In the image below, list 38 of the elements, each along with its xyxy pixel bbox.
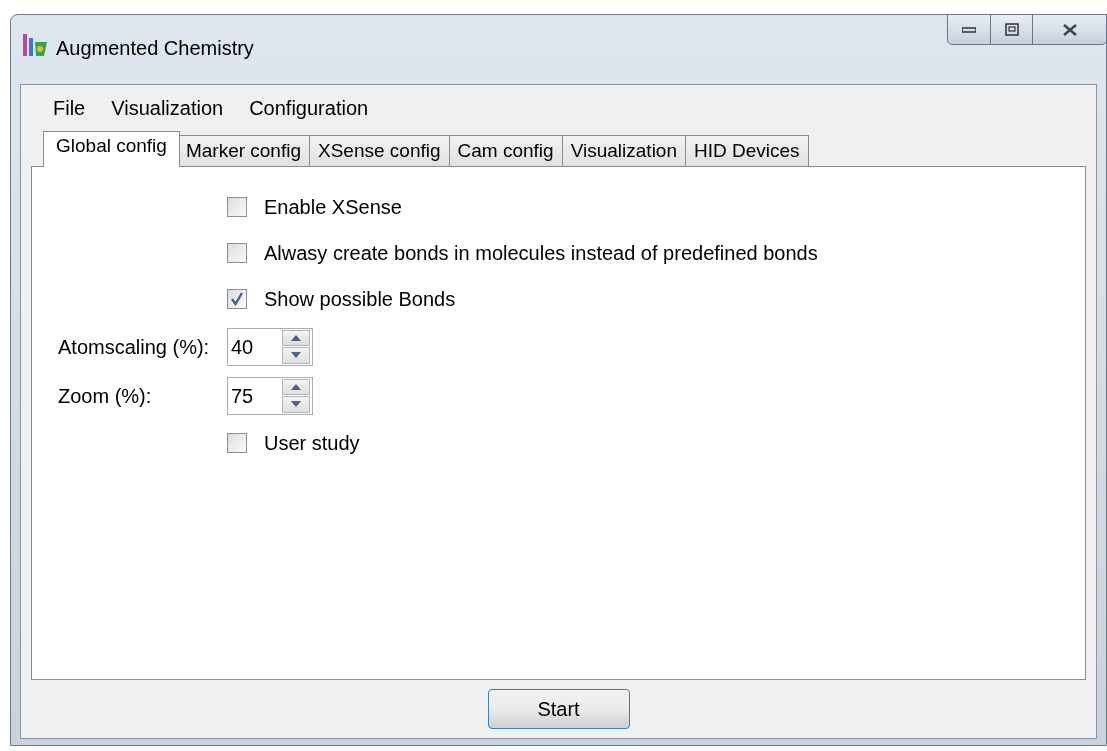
- spin-down-button[interactable]: [282, 347, 310, 364]
- down-arrow-icon: [291, 401, 301, 408]
- menu-item[interactable]: File: [41, 91, 98, 125]
- field-label: Zoom (%):: [58, 383, 153, 409]
- maximize-button[interactable]: [991, 14, 1033, 45]
- checkbox[interactable]: [227, 243, 247, 263]
- tab[interactable]: Global config: [43, 131, 180, 167]
- spin-up-button[interactable]: [282, 378, 310, 395]
- down-arrow-icon: [291, 352, 301, 359]
- tab[interactable]: Cam config: [448, 135, 563, 167]
- app-icon: [22, 32, 48, 58]
- tab[interactable]: XSense config: [309, 135, 450, 167]
- close-button[interactable]: [1033, 14, 1107, 45]
- minimize-icon: [962, 26, 976, 33]
- menu-item[interactable]: Configuration: [237, 91, 381, 125]
- field-label: Atomscaling (%):: [58, 334, 211, 360]
- checkbox-label: User study: [264, 431, 360, 456]
- restore-icon: [1004, 23, 1019, 36]
- start-button[interactable]: Start: [487, 689, 630, 729]
- checkbox[interactable]: [227, 433, 247, 453]
- number-field[interactable]: 40: [227, 327, 313, 366]
- window-title: Augmented Chemistry: [56, 36, 254, 61]
- up-arrow-icon: [291, 334, 301, 341]
- checkbox-label: Show possible Bonds: [264, 287, 456, 312]
- minimize-button[interactable]: [947, 14, 991, 45]
- tab[interactable]: Visualization: [561, 135, 686, 167]
- spin-down-button[interactable]: [282, 396, 310, 413]
- spin-up-button[interactable]: [282, 329, 310, 346]
- checkbox[interactable]: [227, 197, 247, 217]
- checkbox[interactable]: [227, 289, 247, 309]
- close-icon: [1061, 22, 1078, 37]
- up-arrow-icon: [291, 383, 301, 390]
- tab[interactable]: HID Devices: [685, 135, 809, 167]
- menu-item[interactable]: Visualization: [99, 91, 236, 125]
- checkbox-label: Alwasy create bonds in molecules instead of predefined bonds: [264, 241, 818, 266]
- checkbox-label: Enable XSense: [264, 195, 402, 220]
- number-field[interactable]: 75: [227, 376, 313, 415]
- check-icon: [230, 292, 244, 306]
